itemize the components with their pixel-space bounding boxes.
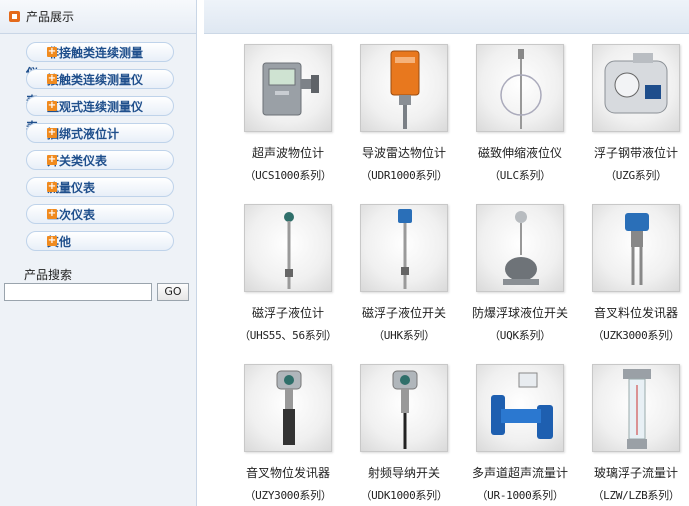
product-name[interactable]: 音叉料位发讯器 (577, 304, 689, 321)
expand-plus-icon: + (47, 181, 57, 192)
magnetic-float-level-switch-icon[interactable] (360, 204, 448, 292)
sidebar-title: 产品展示 (26, 10, 75, 24)
product-card[interactable]: 超声波物位计 （UCS1000系列） (229, 44, 347, 183)
menu-item-other[interactable]: + 其他 (26, 231, 174, 251)
magnetostrictive-level-gauge-icon[interactable] (476, 44, 564, 132)
expand-plus-icon: + (47, 208, 57, 219)
explosion-proof-float-switch-icon[interactable] (476, 204, 564, 292)
expand-plus-icon: + (47, 73, 57, 84)
product-name[interactable]: 磁浮子液位计 (229, 304, 347, 321)
product-model: （UQK系列） (489, 329, 551, 342)
product-card[interactable]: 多声道超声流量计 （UR-1000系列） (461, 364, 579, 503)
product-name[interactable]: 导波雷达物位计 (345, 144, 463, 161)
menu-item-flow[interactable]: + 流量仪表 (26, 177, 174, 197)
sidebar: 产品展示 仪 表 表 + 非接触类连续测量 + 接触类连续测量仪 + 直观式连续… (0, 0, 197, 506)
float-steel-tape-level-gauge-icon[interactable] (592, 44, 680, 132)
magnetic-float-level-gauge-icon[interactable] (244, 204, 332, 292)
product-model: （UZY3000系列） (244, 489, 332, 502)
product-card[interactable]: 防爆浮球液位开关 （UQK系列） (461, 204, 579, 343)
rf-admittance-switch-icon[interactable] (360, 364, 448, 452)
product-name[interactable]: 磁浮子液位开关 (345, 304, 463, 321)
product-card[interactable]: 磁浮子液位计 （UHS55、56系列） (229, 204, 347, 343)
product-card[interactable]: 玻璃浮子流量计 （LZW/LZB系列） (577, 364, 689, 503)
product-model: （UHS55、56系列） (239, 329, 337, 342)
product-model: （UCS1000系列） (244, 169, 332, 182)
product-card[interactable]: 音叉物位发讯器 （UZY3000系列） (229, 364, 347, 503)
go-button[interactable]: GO (157, 283, 189, 301)
expand-plus-icon: + (47, 46, 57, 57)
product-card[interactable]: 浮子钢带液位计 （UZG系列） (577, 44, 689, 183)
product-name[interactable]: 多声道超声流量计 (461, 464, 579, 481)
product-name[interactable]: 玻璃浮子流量计 (577, 464, 689, 481)
product-name[interactable]: 射频导纳开关 (345, 464, 463, 481)
expand-plus-icon: + (47, 154, 57, 165)
product-card[interactable]: 射频导纳开关 （UDK1000系列） (345, 364, 463, 503)
product-panel: 超声波物位计 （UCS1000系列） 导波雷达物位计 （UDR1000系列） 磁… (204, 0, 689, 506)
glass-rotameter-icon[interactable] (592, 364, 680, 452)
product-card[interactable]: 磁致伸缩液位仪 （ULC系列） (461, 44, 579, 183)
product-card[interactable]: 音叉料位发讯器 （UZK3000系列） (577, 204, 689, 343)
product-name[interactable]: 浮子钢带液位计 (577, 144, 689, 161)
guided-radar-level-meter-icon[interactable] (360, 44, 448, 132)
expand-plus-icon: + (47, 235, 57, 246)
menu-item-contact[interactable]: + 接触类连续测量仪 (26, 69, 174, 89)
menu-item-label: 直观式连续测量仪 (47, 99, 144, 114)
ultrasonic-level-meter-icon[interactable] (244, 44, 332, 132)
product-model: （UDR1000系列） (360, 169, 448, 182)
expand-plus-icon: + (47, 127, 57, 138)
menu-item-label: 接触类连续测量仪 (47, 72, 144, 87)
product-model: （UR-1000系列） (476, 489, 564, 502)
menu-item-label: 捆绑式液位计 (47, 126, 120, 141)
product-model: （UDK1000系列） (360, 489, 448, 502)
product-name[interactable]: 音叉物位发讯器 (229, 464, 347, 481)
product-model: （ULC系列） (489, 169, 551, 182)
tuning-fork-level-icon[interactable] (244, 364, 332, 452)
product-model: （LZW/LZB系列） (592, 489, 680, 502)
menu-item-label: 非接触类连续测量 (47, 45, 144, 60)
tuning-fork-material-level-icon[interactable] (592, 204, 680, 292)
multichannel-ultrasonic-flowmeter-icon[interactable] (476, 364, 564, 452)
product-name[interactable]: 防爆浮球液位开关 (461, 304, 579, 321)
product-name[interactable]: 磁致伸缩液位仪 (461, 144, 579, 161)
product-card[interactable]: 导波雷达物位计 （UDR1000系列） (345, 44, 463, 183)
menu-item-strapped[interactable]: + 捆绑式液位计 (26, 123, 174, 143)
product-model: （UZK3000系列） (592, 329, 680, 342)
panel-header (204, 0, 689, 34)
product-model: （UZG系列） (605, 169, 667, 182)
section-icon (9, 11, 20, 22)
expand-plus-icon: + (47, 100, 57, 111)
product-card[interactable]: 磁浮子液位开关 （UHK系列） (345, 204, 463, 343)
sidebar-header: 产品展示 (0, 0, 196, 34)
product-name[interactable]: 超声波物位计 (229, 144, 347, 161)
search-input[interactable] (4, 283, 152, 301)
product-model: （UHK系列） (373, 329, 435, 342)
menu-item-visual[interactable]: + 直观式连续测量仪 (26, 96, 174, 116)
menu-item-secondary[interactable]: + 二次仪表 (26, 204, 174, 224)
menu-item-switch[interactable]: + 开关类仪表 (26, 150, 174, 170)
menu-item-non-contact[interactable]: + 非接触类连续测量 (26, 42, 174, 62)
search-label: 产品搜索 (24, 268, 73, 282)
